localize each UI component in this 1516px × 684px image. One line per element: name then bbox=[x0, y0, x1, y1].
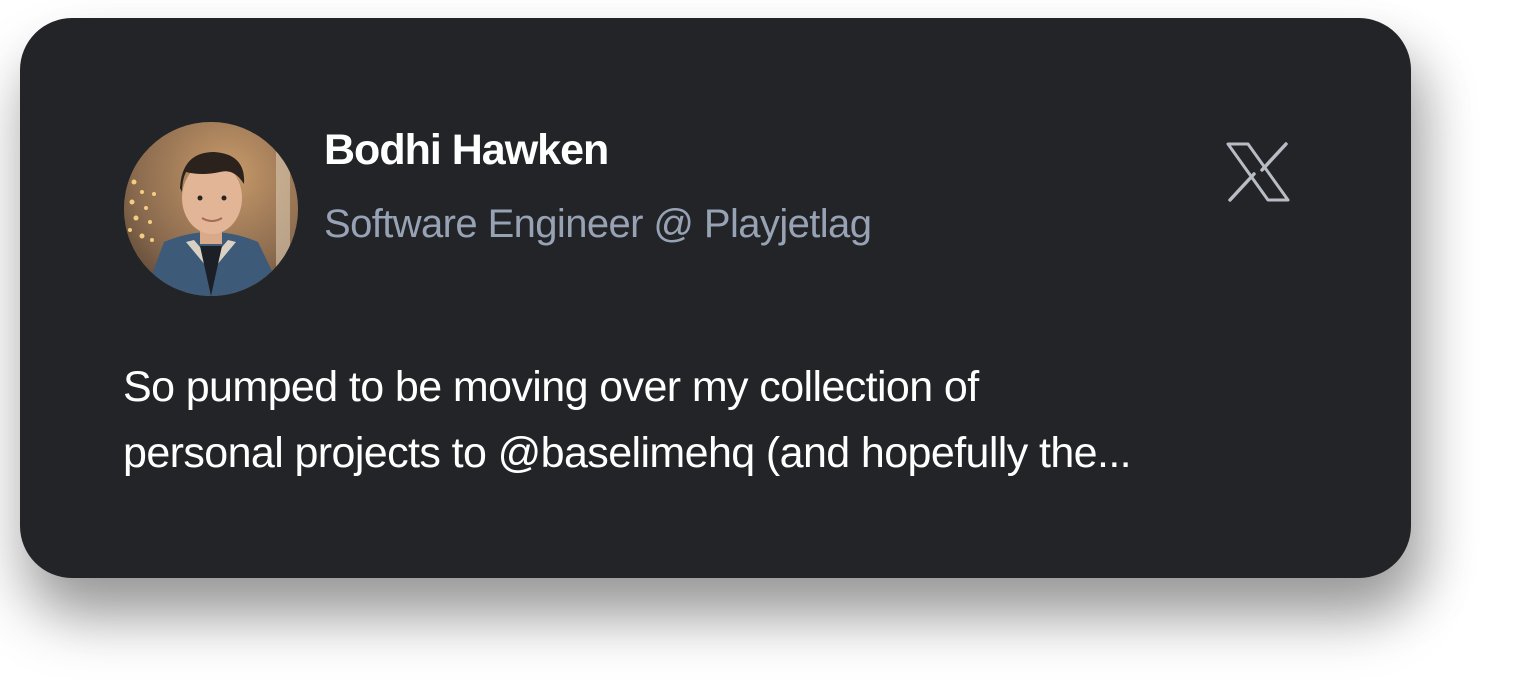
testimonial-card[interactable]: Bodhi Hawken Software Engineer @ Playjet… bbox=[20, 18, 1411, 578]
avatar bbox=[124, 122, 298, 296]
author-name: Bodhi Hawken bbox=[324, 126, 609, 174]
canvas: Bodhi Hawken Software Engineer @ Playjet… bbox=[0, 0, 1516, 684]
user-avatar-icon bbox=[124, 122, 298, 296]
tweet-line-1: So pumped to be moving over my collectio… bbox=[123, 363, 979, 411]
x-logo-icon[interactable] bbox=[1226, 142, 1290, 202]
tweet-text: So pumped to be moving over my collectio… bbox=[123, 354, 1333, 486]
author-title: Software Engineer @ Playjetlag bbox=[324, 202, 872, 246]
tweet-line-2: personal projects to @baselimehq (and ho… bbox=[123, 429, 1132, 477]
